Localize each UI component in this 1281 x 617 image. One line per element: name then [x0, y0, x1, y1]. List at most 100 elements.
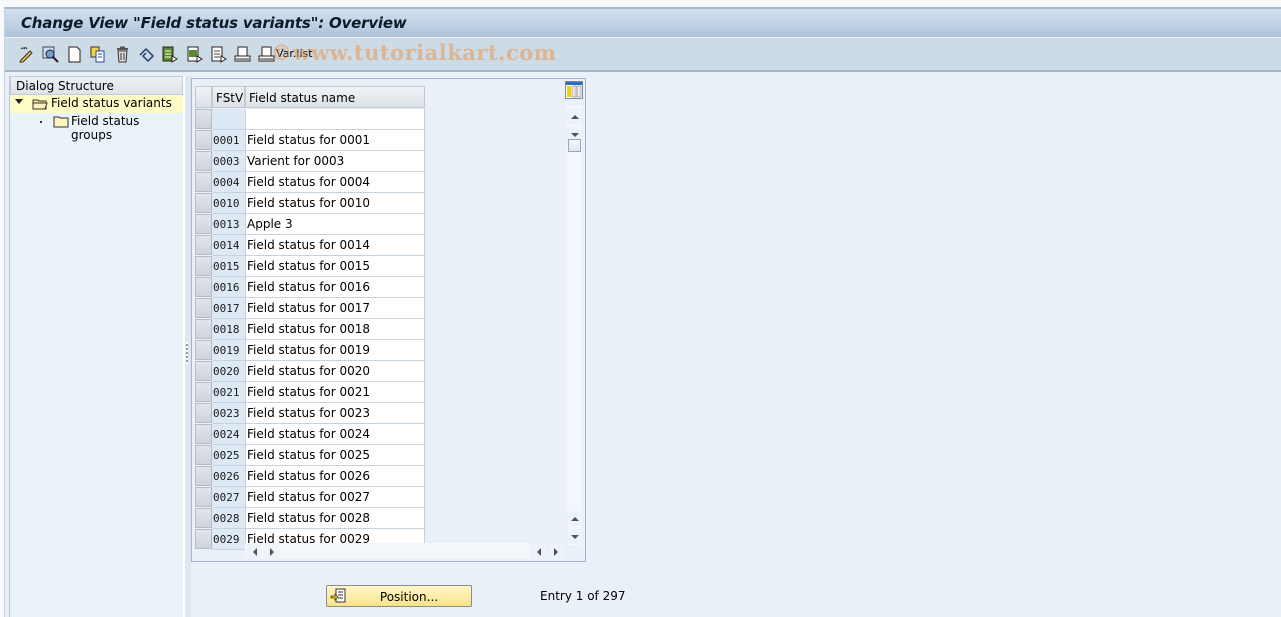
- cell-field-status-name[interactable]: Field status for 0023: [245, 403, 425, 424]
- find-button[interactable]: [41, 45, 59, 63]
- cell-field-status-name[interactable]: Field status for 0019: [245, 340, 425, 361]
- cell-field-status-name[interactable]: Varient for 0003: [245, 151, 425, 172]
- delete-button[interactable]: [113, 45, 131, 63]
- cell-field-status-name[interactable]: Field status for 0017: [245, 298, 425, 319]
- row-selector[interactable]: [195, 424, 212, 444]
- row-selector[interactable]: [195, 403, 212, 423]
- cell-fstv[interactable]: 0027: [212, 487, 245, 508]
- column-header-fstv[interactable]: FStV: [212, 86, 245, 108]
- cell-field-status-name[interactable]: Field status for 0004: [245, 172, 425, 193]
- arrow-up-icon: [570, 114, 579, 119]
- tree-item-field-status-variants[interactable]: Field status variants: [10, 95, 183, 113]
- row-selector[interactable]: [195, 361, 212, 381]
- row-selector[interactable]: [195, 382, 212, 402]
- scroll-left-button[interactable]: [247, 544, 262, 559]
- row-selector[interactable]: [195, 214, 212, 234]
- row-selector[interactable]: [195, 277, 212, 297]
- cell-field-status-name[interactable]: Field status for 0025: [245, 445, 425, 466]
- cell-fstv[interactable]: 0023: [212, 403, 245, 424]
- row-selector[interactable]: [195, 340, 212, 360]
- undo-change-button[interactable]: [137, 45, 155, 63]
- cell-fstv[interactable]: 0001: [212, 130, 245, 151]
- variable-list-label[interactable]: Var.list: [276, 47, 313, 60]
- display-change-button[interactable]: [17, 45, 35, 63]
- cell-field-status-name[interactable]: Field status for 0014: [245, 235, 425, 256]
- cell-fstv[interactable]: 0024: [212, 424, 245, 445]
- entry-counter: Entry 1 of 297: [540, 589, 626, 603]
- cell-field-status-name[interactable]: Field status for 0021: [245, 382, 425, 403]
- row-selector[interactable]: [195, 487, 212, 507]
- cell-fstv[interactable]: 0018: [212, 319, 245, 340]
- cell-fstv[interactable]: 0013: [212, 214, 245, 235]
- scroll-right-button[interactable]: [264, 544, 279, 559]
- cell-fstv[interactable]: 0029: [212, 529, 245, 550]
- position-button[interactable]: Position...: [326, 585, 472, 607]
- cell-field-status-name[interactable]: Field status for 0020: [245, 361, 425, 382]
- select-all-button[interactable]: [160, 45, 178, 63]
- row-selector[interactable]: [195, 256, 212, 276]
- copy-as-button[interactable]: [88, 45, 106, 63]
- scroll-page-down-button[interactable]: [567, 529, 582, 544]
- open-folder-icon: [32, 99, 48, 110]
- cell-field-status-name[interactable]: Field status for 0028: [245, 508, 425, 529]
- vertical-scrollbar[interactable]: [567, 105, 582, 545]
- column-settings-button[interactable]: [565, 81, 583, 99]
- row-selector[interactable]: [195, 109, 212, 129]
- cell-field-status-name[interactable]: Field status for 0024: [245, 424, 425, 445]
- row-selector[interactable]: [195, 445, 212, 465]
- cell-fstv[interactable]: 0010: [212, 193, 245, 214]
- row-selector[interactable]: [195, 193, 212, 213]
- cell-field-status-name[interactable]: Field status for 0018: [245, 319, 425, 340]
- variable-list-button[interactable]: [257, 45, 275, 63]
- cell-fstv[interactable]: 0016: [212, 277, 245, 298]
- cell-fstv[interactable]: 0028: [212, 508, 245, 529]
- new-entries-button[interactable]: [65, 45, 83, 63]
- scroll-up-button[interactable]: [567, 109, 582, 124]
- position-button-label: Position...: [379, 590, 439, 604]
- cell-fstv[interactable]: 0014: [212, 235, 245, 256]
- deselect-all-button[interactable]: [209, 45, 227, 63]
- row-selector[interactable]: [195, 172, 212, 192]
- scroll-right-button-2[interactable]: [548, 544, 563, 559]
- cell-field-status-name[interactable]: Field status for 0001: [245, 130, 425, 151]
- cell-fstv[interactable]: 0015: [212, 256, 245, 277]
- cell-fstv[interactable]: 0017: [212, 298, 245, 319]
- arrow-down-icon: [570, 132, 579, 137]
- splitter-grip[interactable]: [186, 342, 188, 364]
- row-selector[interactable]: [195, 466, 212, 486]
- cell-fstv[interactable]: 0019: [212, 340, 245, 361]
- cell-fstv[interactable]: [212, 109, 245, 130]
- expand-triangle-icon[interactable]: [15, 99, 23, 104]
- cell-fstv[interactable]: 0004: [212, 172, 245, 193]
- row-selector[interactable]: [195, 298, 212, 318]
- dialog-structure-header: Dialog Structure: [10, 76, 183, 95]
- scroll-thumb[interactable]: [568, 139, 581, 152]
- scroll-left-button-2[interactable]: [531, 544, 546, 559]
- row-selector[interactable]: [195, 235, 212, 255]
- cell-fstv[interactable]: 0003: [212, 151, 245, 172]
- tree-item-field-status-groups[interactable]: Field status groups: [10, 113, 183, 142]
- select-all-rows-header[interactable]: [195, 86, 212, 108]
- cell-fstv[interactable]: 0021: [212, 382, 245, 403]
- cell-field-status-name[interactable]: [245, 109, 425, 130]
- cell-fstv[interactable]: 0026: [212, 466, 245, 487]
- cell-field-status-name[interactable]: Field status for 0010: [245, 193, 425, 214]
- cell-fstv[interactable]: 0020: [212, 361, 245, 382]
- row-selector[interactable]: [195, 151, 212, 171]
- title-bar: Change View "Field status variants": Ove…: [5, 7, 1281, 38]
- cell-fstv[interactable]: 0025: [212, 445, 245, 466]
- scroll-page-up-button[interactable]: [567, 511, 582, 526]
- row-selector[interactable]: [195, 529, 212, 549]
- cell-field-status-name[interactable]: Field status for 0027: [245, 487, 425, 508]
- cell-field-status-name[interactable]: Field status for 0016: [245, 277, 425, 298]
- row-selector[interactable]: [195, 130, 212, 150]
- column-header-field-status-name[interactable]: Field status name: [245, 86, 425, 108]
- cell-field-status-name[interactable]: Field status for 0026: [245, 466, 425, 487]
- row-selector[interactable]: [195, 319, 212, 339]
- row-selector[interactable]: [195, 508, 212, 528]
- cell-field-status-name[interactable]: Field status for 0015: [245, 256, 425, 277]
- select-block-button[interactable]: [185, 45, 203, 63]
- cell-field-status-name[interactable]: Apple 3: [245, 214, 425, 235]
- print-button[interactable]: [233, 45, 251, 63]
- horizontal-scrollbar[interactable]: [245, 543, 530, 559]
